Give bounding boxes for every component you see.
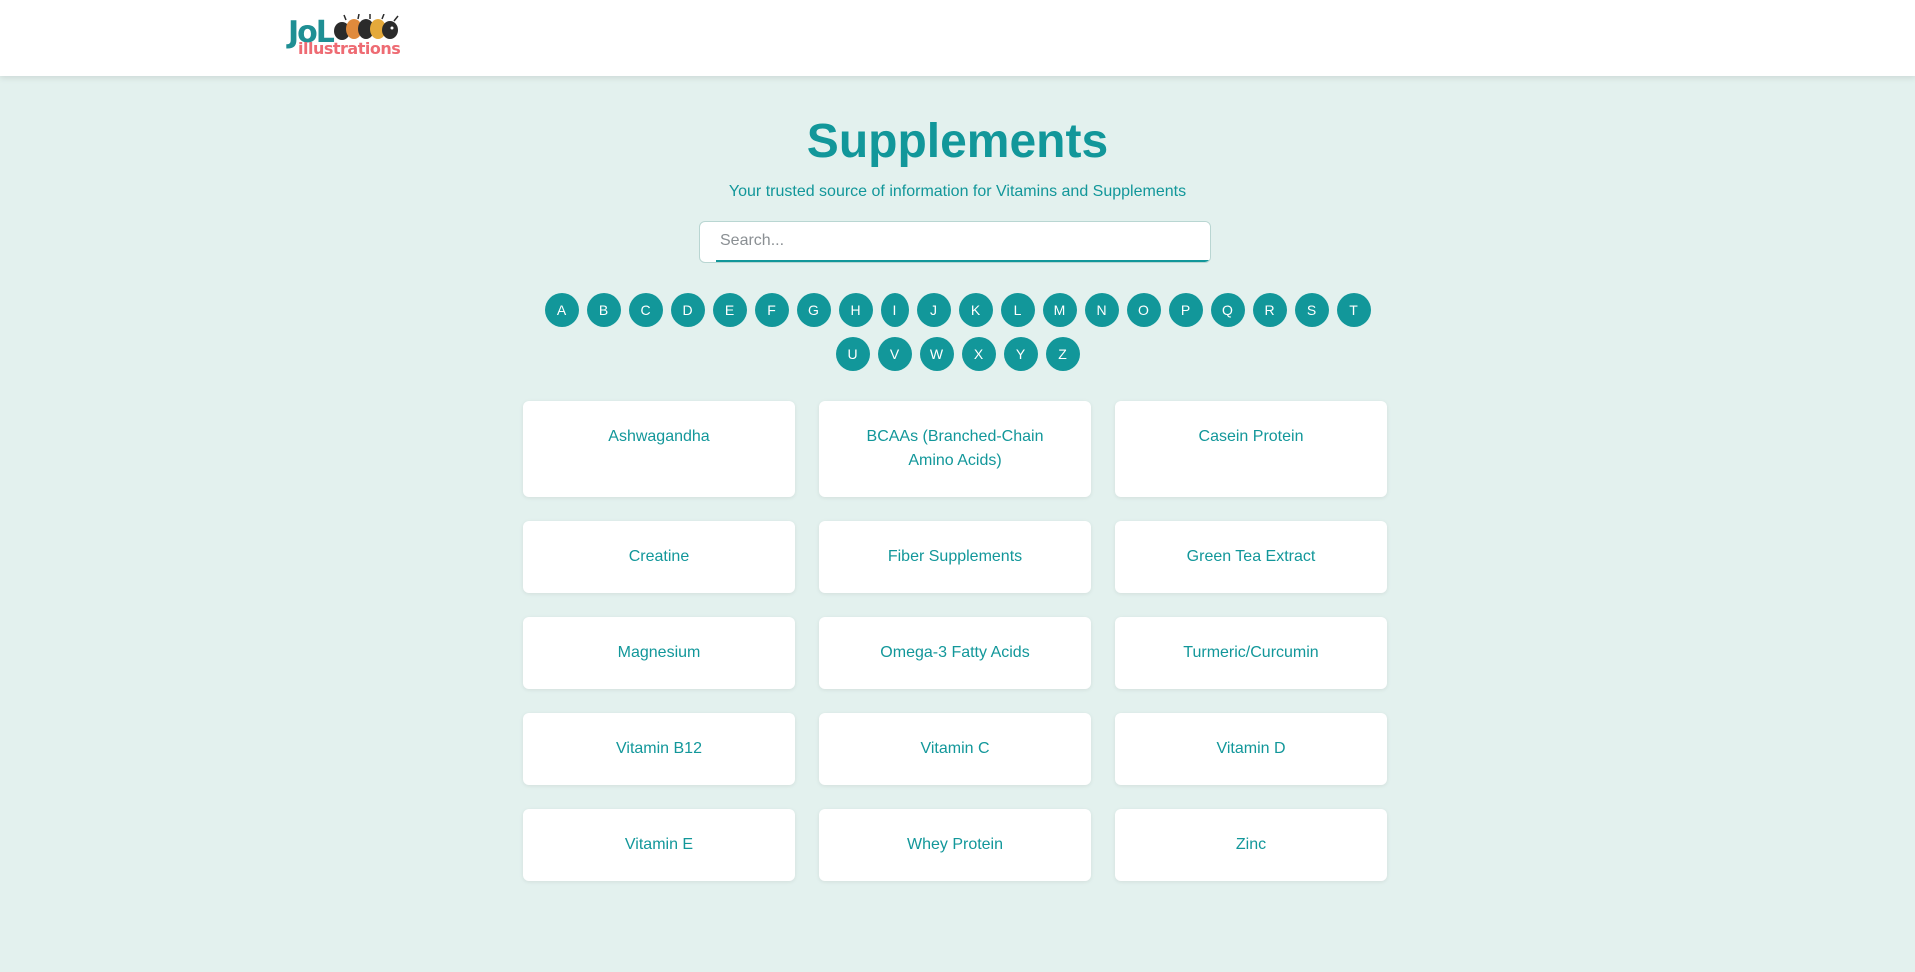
supplement-card-bcaas[interactable]: BCAAs (Branched-Chain Amino Acids): [819, 401, 1091, 497]
letter-filter-k[interactable]: K: [958, 293, 993, 327]
supplement-card-whey-protein[interactable]: Whey Protein: [819, 809, 1091, 881]
letter-filter-q[interactable]: Q: [1210, 293, 1245, 327]
supplement-card-fiber-supplements[interactable]: Fiber Supplements: [819, 521, 1091, 593]
letter-filter-i[interactable]: I: [880, 293, 909, 327]
letter-filter-p[interactable]: P: [1168, 293, 1203, 327]
search-box: [699, 221, 1211, 263]
site-logo[interactable]: JoL illustrations: [286, 14, 406, 62]
supplement-card-zinc[interactable]: Zinc: [1115, 809, 1387, 881]
site-header: JoL illustrations: [0, 0, 1915, 76]
letter-filter-z[interactable]: Z: [1045, 337, 1080, 371]
letter-filter-x[interactable]: X: [961, 337, 996, 371]
page-title: Supplements: [806, 115, 1109, 168]
supplement-card-green-tea-extract[interactable]: Green Tea Extract: [1115, 521, 1387, 593]
row-spacer: [523, 785, 1387, 809]
hero-section: Supplements Your trusted source of infor…: [0, 110, 1915, 202]
letter-filter-c[interactable]: C: [628, 293, 663, 327]
supplement-card-vitamin-e[interactable]: Vitamin E: [523, 809, 795, 881]
letter-filter-v[interactable]: V: [877, 337, 912, 371]
letter-filter-g[interactable]: G: [796, 293, 831, 327]
supplement-card-vitamin-b12[interactable]: Vitamin B12: [523, 713, 795, 785]
letter-filter-h[interactable]: H: [838, 293, 873, 327]
letter-filter-o[interactable]: O: [1126, 293, 1161, 327]
letter-filter-r[interactable]: R: [1252, 293, 1287, 327]
letter-filter-b[interactable]: B: [586, 293, 621, 327]
letter-filter-l[interactable]: L: [1000, 293, 1035, 327]
search-input[interactable]: [716, 222, 1210, 262]
supplement-card-casein-protein[interactable]: Casein Protein: [1115, 401, 1387, 497]
supplement-card-omega-3[interactable]: Omega-3 Fatty Acids: [819, 617, 1091, 689]
logo-sub-text: illustrations: [298, 39, 401, 58]
letter-filter-j[interactable]: J: [916, 293, 951, 327]
supplement-card-vitamin-c[interactable]: Vitamin C: [819, 713, 1091, 785]
letter-filter-f[interactable]: F: [754, 293, 789, 327]
letter-filter-u[interactable]: U: [835, 337, 870, 371]
supplement-card-ashwagandha[interactable]: Ashwagandha: [523, 401, 795, 497]
letter-filter-m[interactable]: M: [1042, 293, 1077, 327]
letter-filter-e[interactable]: E: [712, 293, 747, 327]
letter-filter-a[interactable]: A: [544, 293, 579, 327]
letter-filter-s[interactable]: S: [1294, 293, 1329, 327]
letter-filter-t[interactable]: T: [1336, 293, 1371, 327]
page-subtitle: Your trusted source of information for V…: [728, 183, 1187, 200]
supplement-grid: Ashwagandha BCAAs (Branched-Chain Amino …: [523, 401, 1388, 881]
letter-filter-w[interactable]: W: [919, 337, 954, 371]
supplement-card-vitamin-d[interactable]: Vitamin D: [1115, 713, 1387, 785]
supplement-card-magnesium[interactable]: Magnesium: [523, 617, 795, 689]
row-spacer: [523, 689, 1387, 713]
supplement-card-turmeric[interactable]: Turmeric/Curcumin: [1115, 617, 1387, 689]
row-spacer: [523, 497, 1387, 521]
letter-filter-d[interactable]: D: [670, 293, 705, 327]
alphabet-filter: A B C D E F G H I J K L M N O P Q R S T …: [540, 293, 1375, 371]
row-spacer: [523, 593, 1387, 617]
letter-filter-y[interactable]: Y: [1003, 337, 1038, 371]
supplement-card-creatine[interactable]: Creatine: [523, 521, 795, 593]
letter-filter-n[interactable]: N: [1084, 293, 1119, 327]
